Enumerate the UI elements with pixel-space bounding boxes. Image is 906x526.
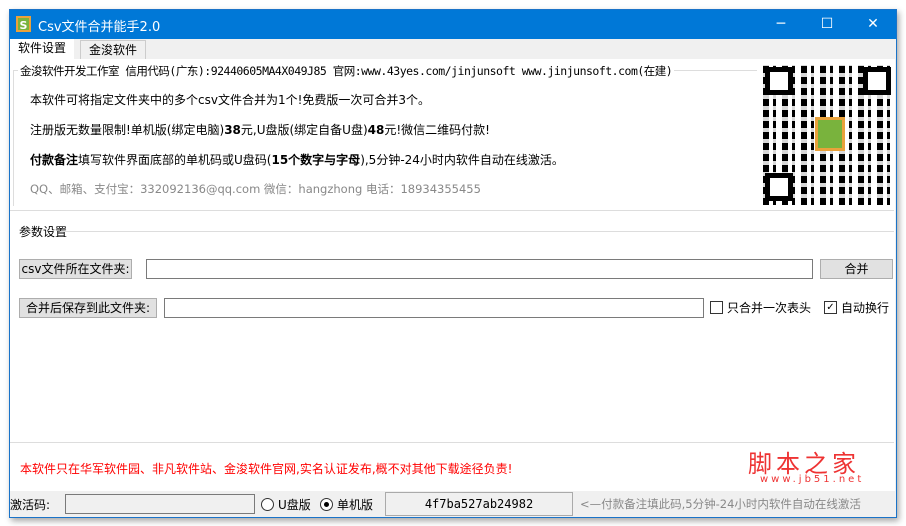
csv-folder-button[interactable]: csv文件所在文件夹: <box>19 259 132 279</box>
title-bar: S Csv文件合并能手2.0 ─ ☐ ✕ <box>10 10 896 39</box>
info-line-2: 注册版无数量限制!单机版(绑定电脑)38元,U盘版(绑定自备U盘)48元!微信二… <box>30 123 490 137</box>
app-logo-icon: S <box>16 16 31 32</box>
tab-jinjun-software[interactable]: 金浚软件 <box>80 40 147 60</box>
csv-folder-input[interactable] <box>146 259 813 279</box>
divider <box>60 231 894 232</box>
auto-wrap-label: 自动换行 <box>841 301 890 315</box>
watermark-url: www.jb51.net <box>760 474 865 485</box>
tab-software-settings[interactable]: 软件设置 <box>10 39 75 59</box>
info-group-label: 金浚软件开发工作室 信用代码(广东):92440605MA4X049J85 官网… <box>18 63 675 79</box>
only-header-once-checkbox[interactable] <box>710 301 723 314</box>
only-header-once-label: 只合并一次表头 <box>727 301 812 315</box>
info-line-1: 本软件可将指定文件夹中的多个csv文件合并为1个!免费版一次可合并3个。 <box>30 93 431 107</box>
qr-logo-icon <box>815 117 845 151</box>
merge-button[interactable]: 合并 <box>820 259 893 279</box>
wechat-qr-code <box>763 65 895 205</box>
minimize-button[interactable]: ─ <box>758 10 804 39</box>
single-version-label: 单机版 <box>337 498 374 512</box>
single-version-radio[interactable] <box>320 498 333 511</box>
divider <box>10 210 894 211</box>
activation-code-input[interactable] <box>65 494 255 514</box>
distribution-notice: 本软件只在华军软件园、非凡软件站、金浚软件官网,实名认证发布,概不对其他下载途径… <box>20 462 513 476</box>
auto-wrap-checkbox[interactable]: ✓ <box>824 301 837 314</box>
save-folder-input[interactable] <box>164 298 704 318</box>
activation-label: 激活码: <box>10 498 51 512</box>
maximize-button[interactable]: ☐ <box>804 10 850 39</box>
info-line-3: 付款备注填写软件界面底部的单机码或U盘码(15个数字与字母),5分钟-24小时内… <box>30 153 564 167</box>
save-folder-button[interactable]: 合并后保存到此文件夹: <box>19 298 157 318</box>
machine-code: 4f7ba527ab24982 <box>385 492 573 516</box>
close-button[interactable]: ✕ <box>850 10 896 39</box>
usb-version-radio[interactable] <box>261 498 274 511</box>
contact-info: QQ、邮箱、支付宝：332092136@qq.com 微信：hangzhong … <box>30 182 481 196</box>
machine-code-hint: <—付款备注填此码,5分钟-24小时内软件自动在线激活 <box>580 497 861 511</box>
window-title: Csv文件合并能手2.0 <box>38 20 161 35</box>
divider <box>10 442 894 443</box>
usb-version-label: U盘版 <box>278 498 311 512</box>
